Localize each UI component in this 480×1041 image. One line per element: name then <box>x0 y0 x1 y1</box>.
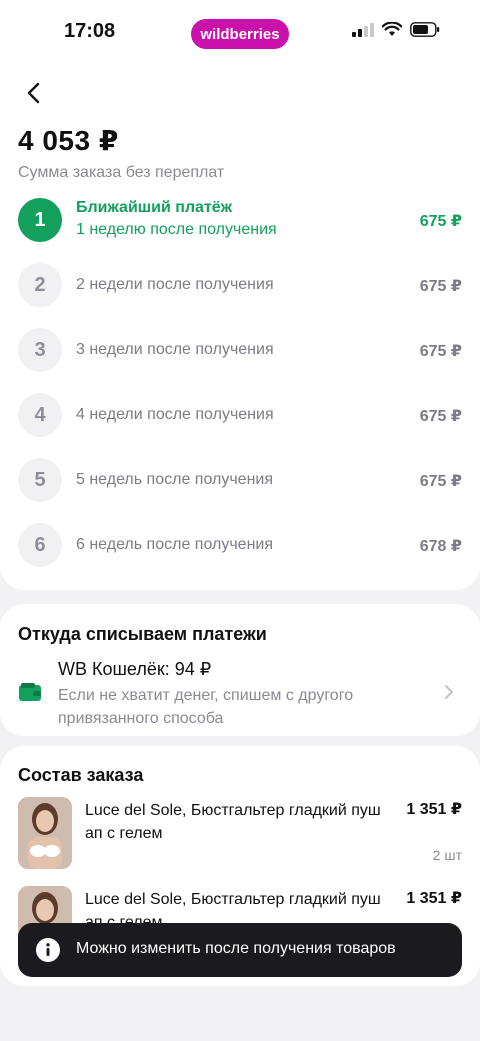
wallet-description: Если не хватит денег, спишем с другого п… <box>58 687 354 727</box>
payment-label: 6 недель после получения <box>76 536 274 553</box>
payment-schedule-card: 17:08 wildberries 4 053 ₽ Сумма заказа б… <box>0 0 480 590</box>
brand-logo: wildberries <box>191 19 289 49</box>
payment-number: 2 <box>18 263 62 307</box>
product-quantity: 2 шт <box>432 847 462 863</box>
payment-source-card: Откуда списываем платежи WB Кошелёк: 94 … <box>0 604 480 736</box>
payment-row-6[interactable]: 6 6 недель после получения 678 ₽ <box>0 523 480 573</box>
info-toast[interactable]: Можно изменить после получения товаров <box>18 923 462 977</box>
payment-row-2[interactable]: 2 2 недели после получения 675 ₽ <box>0 263 480 313</box>
payment-amount: 675 ₽ <box>419 343 462 360</box>
back-arrow-icon <box>27 82 40 104</box>
signal-icon <box>352 22 374 37</box>
battery-icon <box>410 22 440 37</box>
info-icon <box>36 938 60 962</box>
product-image <box>18 797 72 869</box>
payment-amount: 675 ₽ <box>419 213 462 230</box>
chevron-right-icon <box>445 685 453 699</box>
payment-row-4[interactable]: 4 4 недели после получения 675 ₽ <box>0 393 480 443</box>
payment-number: 5 <box>18 458 62 502</box>
product-price: 1 351 ₽ <box>406 890 462 907</box>
status-time: 17:08 <box>64 20 116 42</box>
payment-amount: 675 ₽ <box>419 278 462 295</box>
product-name: Luce del Sole, Бюстгальтер гладкий пуш а… <box>85 802 381 842</box>
page: 17:08 wildberries 4 053 ₽ Сумма заказа б… <box>0 0 480 1041</box>
payment-source-title: Откуда списываем платежи <box>18 624 267 644</box>
order-contents-title: Состав заказа <box>18 765 144 785</box>
payment-amount: 675 ₽ <box>419 408 462 425</box>
payment-number: 6 <box>18 523 62 567</box>
payment-row-1[interactable]: 1 Ближайший платёж 1 неделю после получе… <box>0 198 480 248</box>
wifi-icon <box>382 22 402 36</box>
payment-label: 4 недели после получения <box>76 406 274 423</box>
payment-label: 2 недели после получения <box>76 276 274 293</box>
payment-title: Ближайший платёж <box>76 199 233 216</box>
payment-row-3[interactable]: 3 3 недели после получения 675 ₽ <box>0 328 480 378</box>
wallet-balance: WB Кошелёк: 94 ₽ <box>58 659 212 679</box>
status-icons <box>352 22 440 37</box>
order-item[interactable]: Luce del Sole, Бюстгальтер гладкий пуш а… <box>0 797 480 877</box>
payment-label: 1 неделю после получения <box>76 221 277 238</box>
payment-row-5[interactable]: 5 5 недель после получения 675 ₽ <box>0 458 480 508</box>
wallet-icon <box>19 683 41 701</box>
payment-number: 4 <box>18 393 62 437</box>
payment-number: 1 <box>18 198 62 242</box>
payment-amount: 678 ₽ <box>419 538 462 555</box>
payment-label: 3 недели после получения <box>76 341 274 358</box>
back-button[interactable] <box>18 78 48 108</box>
toast-message: Можно изменить после получения товаров <box>76 940 396 957</box>
payment-amount: 675 ₽ <box>419 473 462 490</box>
order-total-caption: Сумма заказа без переплат <box>18 164 225 181</box>
order-total: 4 053 ₽ <box>18 125 119 156</box>
payment-number: 3 <box>18 328 62 372</box>
payment-label: 5 недель после получения <box>76 471 274 488</box>
product-price: 1 351 ₽ <box>406 801 462 818</box>
status-bar: 17:08 wildberries <box>0 0 480 68</box>
